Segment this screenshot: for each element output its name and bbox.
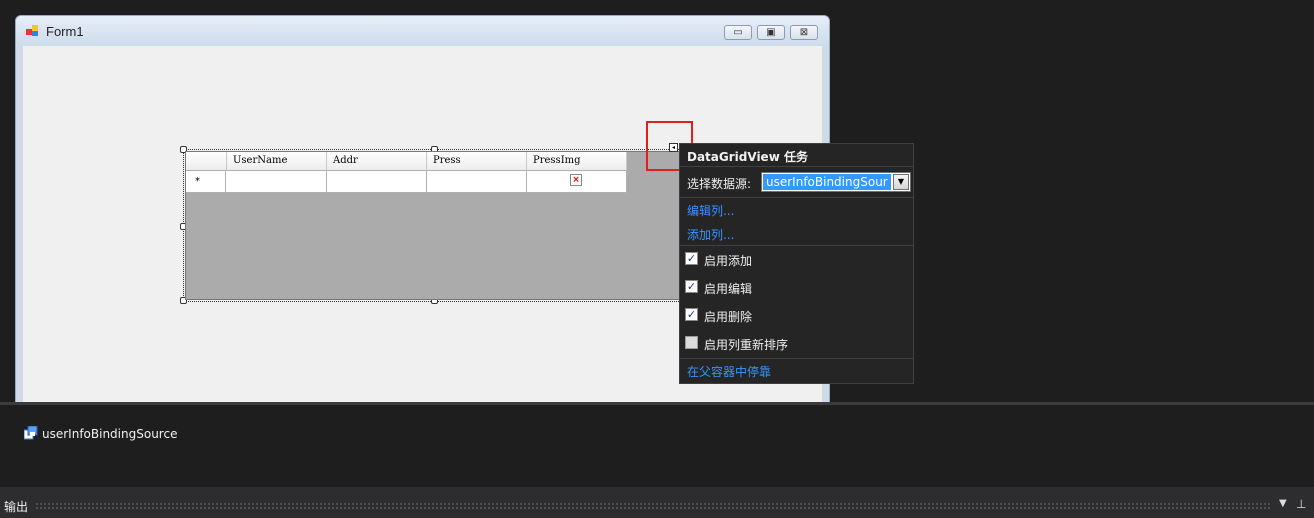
enable-adding-label[interactable]: 启用添加 [704,252,752,269]
tasks-panel-title: DataGridView 任务 [687,150,808,164]
enable-column-reorder-checkbox[interactable] [685,336,698,349]
new-row-cell-username[interactable] [226,171,327,193]
binding-source-label[interactable]: userInfoBindingSource [42,427,177,441]
edit-columns-link[interactable]: 编辑列... [687,202,734,219]
enable-deleting-label[interactable]: 启用删除 [704,308,752,325]
maximize-button[interactable]: ▣ [757,25,785,40]
form-title: Form1 [46,24,84,39]
form-icon [26,25,38,36]
new-row-cell-addr[interactable] [327,171,427,193]
chevron-down-icon[interactable]: ▼ [893,174,909,190]
datasource-value[interactable]: userInfoBindingSour [763,174,891,190]
binding-source-icon[interactable] [24,426,38,440]
pin-icon[interactable]: ⊥ [1296,497,1306,511]
add-column-link[interactable]: 添加列... [687,226,734,243]
enable-column-reorder-label[interactable]: 启用列重新排序 [704,336,788,353]
image-placeholder-icon: × [570,174,582,186]
new-row-cell-pressimg[interactable]: × [527,171,627,193]
minimize-button[interactable]: ▭ [724,25,752,40]
enable-editing-checkbox[interactable]: ✓ [685,280,698,293]
divider [680,358,913,359]
chevron-down-icon[interactable]: ▼ [1279,498,1287,509]
close-button[interactable]: ⊠ [790,25,818,40]
component-tray: userInfoBindingSource [0,405,1314,487]
dock-in-parent-link[interactable]: 在父容器中停靠 [687,363,771,380]
column-header-pressimg[interactable]: PressImg [527,152,627,171]
divider [680,197,913,198]
datasource-label: 选择数据源: [687,177,752,191]
divider [680,166,913,167]
output-panel-border [0,487,1314,494]
top-left-header-cell[interactable] [186,152,227,171]
datagridview-tasks-panel: DataGridView 任务 选择数据源: userInfoBindingSo… [679,143,914,384]
data-grid-view[interactable]: UserName Addr Press PressImg * × [185,151,685,300]
datasource-select[interactable]: userInfoBindingSour ▼ [761,172,911,192]
enable-editing-label[interactable]: 启用编辑 [704,280,752,297]
panel-grip[interactable] [35,502,1270,510]
new-row-header[interactable]: * [186,171,226,193]
column-header-username[interactable]: UserName [227,152,327,171]
column-header-press[interactable]: Press [427,152,527,171]
form-titlebar[interactable]: Form1 ▭ ▣ ⊠ [16,16,829,46]
output-panel-titlebar[interactable]: 输出 ▼ ⊥ [0,494,1314,518]
divider [680,245,913,246]
enable-adding-checkbox[interactable]: ✓ [685,252,698,265]
output-panel-title: 输出 [4,500,29,514]
new-row-cell-press[interactable] [427,171,527,193]
enable-deleting-checkbox[interactable]: ✓ [685,308,698,321]
column-header-addr[interactable]: Addr [327,152,427,171]
